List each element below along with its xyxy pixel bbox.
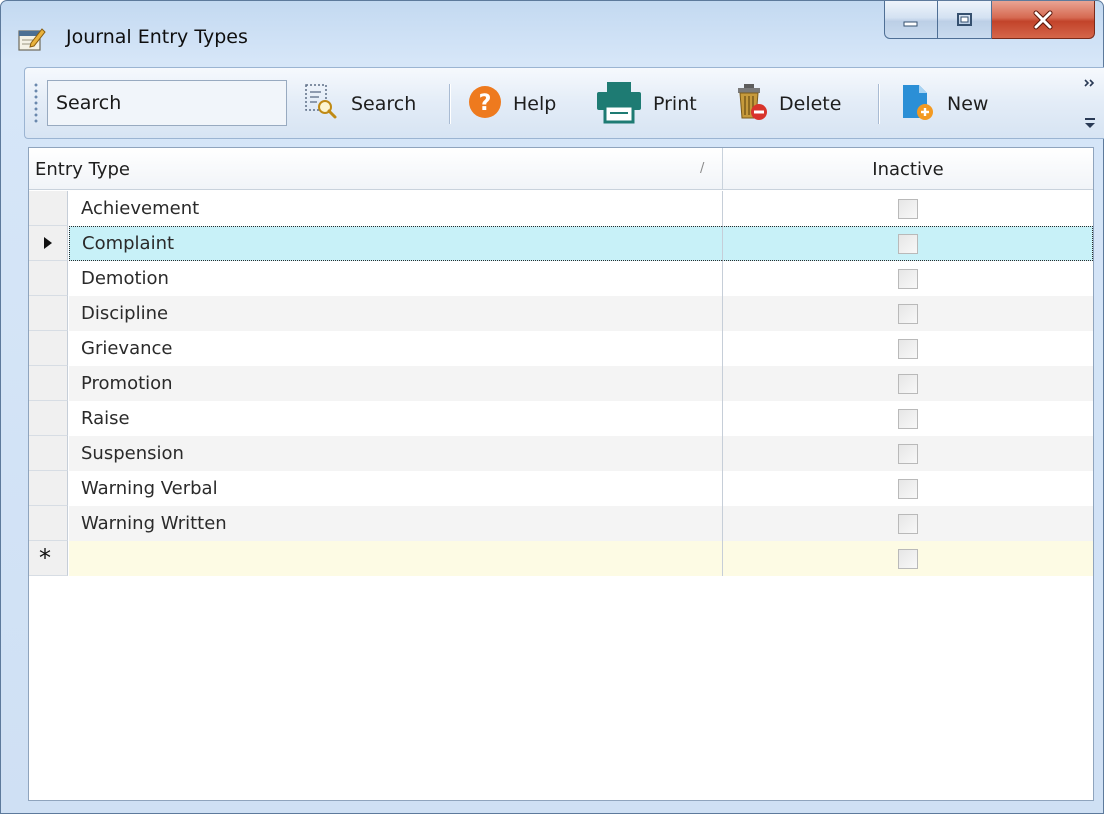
entry-type-cell[interactable]: Warning Written	[69, 506, 722, 541]
toolbar-separator	[878, 84, 879, 124]
svg-text:?: ?	[479, 91, 492, 116]
journal-entry-types-window: Journal Entry Types Search Search ? Help…	[0, 0, 1104, 814]
inactive-checkbox[interactable]	[898, 478, 918, 499]
entry-type-cell[interactable]: Demotion	[69, 261, 722, 296]
question-icon: ?	[467, 84, 503, 125]
title-bar[interactable]: Journal Entry Types	[1, 1, 1103, 63]
trash-can-icon	[733, 82, 769, 127]
inactive-cell	[722, 436, 1093, 471]
entry-type-cell[interactable]: Promotion	[69, 366, 722, 401]
inactive-checkbox[interactable]	[898, 338, 918, 359]
toolbar-grip[interactable]	[34, 82, 38, 124]
entry-type-cell[interactable]: Achievement	[69, 191, 722, 226]
delete-button[interactable]: Delete	[733, 82, 841, 126]
window-title: Journal Entry Types	[66, 26, 248, 48]
help-button[interactable]: ? Help	[467, 82, 556, 126]
inactive-cell	[722, 226, 1093, 261]
table-row[interactable]: Discipline	[29, 296, 1093, 331]
new-document-icon	[897, 82, 937, 127]
minimize-icon	[903, 21, 918, 26]
inactive-cell	[722, 506, 1093, 541]
overflow-chevron-icon	[1084, 79, 1095, 128]
inactive-checkbox[interactable]	[898, 198, 918, 219]
inactive-checkbox[interactable]	[898, 373, 918, 394]
row-indicator[interactable]: *	[29, 541, 68, 576]
inactive-cell	[722, 401, 1093, 436]
new-button-label: New	[947, 93, 989, 115]
printer-icon	[595, 80, 643, 129]
journal-edit-icon	[18, 26, 46, 52]
delete-button-label: Delete	[779, 93, 842, 115]
help-button-label: Help	[513, 93, 557, 115]
table-row[interactable]: Warning Verbal	[29, 471, 1093, 506]
column-header-inactive[interactable]: Inactive	[722, 148, 1093, 190]
print-button[interactable]: Print	[595, 80, 697, 129]
table-row[interactable]: Achievement	[29, 191, 1093, 226]
entry-type-cell[interactable]: Grievance	[69, 331, 722, 366]
row-indicator[interactable]	[29, 471, 68, 506]
row-indicator[interactable]	[29, 261, 68, 296]
maximize-icon	[956, 12, 972, 26]
entry-types-grid: Entry Type / Inactive Achievement Compla…	[28, 147, 1094, 801]
column-header-entry-type[interactable]: Entry Type	[35, 148, 715, 190]
table-row[interactable]: Promotion	[29, 366, 1093, 401]
inactive-cell	[722, 471, 1093, 506]
entry-type-cell[interactable]: Complaint	[69, 226, 722, 261]
toolbar-separator	[449, 84, 450, 124]
table-row[interactable]: Raise	[29, 401, 1093, 436]
magnifier-document-icon	[303, 82, 341, 127]
inactive-cell	[722, 331, 1093, 366]
table-row[interactable]: Demotion	[29, 261, 1093, 296]
inactive-checkbox[interactable]	[897, 233, 918, 254]
inactive-cell	[722, 261, 1093, 296]
search-input[interactable]	[47, 80, 287, 126]
new-row-icon: *	[39, 544, 51, 572]
row-indicator[interactable]	[29, 506, 68, 541]
row-indicator[interactable]	[29, 401, 68, 436]
row-indicator[interactable]	[29, 331, 68, 366]
inactive-checkbox[interactable]	[898, 548, 918, 569]
row-indicator[interactable]	[29, 366, 68, 401]
minimize-button[interactable]	[884, 1, 938, 39]
inactive-checkbox[interactable]	[898, 443, 918, 464]
row-pointer-icon	[44, 237, 52, 249]
row-indicator[interactable]	[29, 226, 68, 261]
table-row-selected[interactable]: Complaint	[29, 226, 1093, 261]
search-button[interactable]: Search	[303, 82, 416, 126]
entry-type-cell[interactable]: Discipline	[69, 296, 722, 331]
table-row[interactable]: Suspension	[29, 436, 1093, 471]
entry-type-cell[interactable]: Raise	[69, 401, 722, 436]
toolbar: Search ? Help Print	[24, 67, 1104, 139]
table-row[interactable]: Grievance	[29, 331, 1093, 366]
close-button[interactable]	[992, 1, 1095, 39]
entry-type-cell[interactable]: Suspension	[69, 436, 722, 471]
row-indicator[interactable]	[29, 296, 68, 331]
close-icon	[1033, 10, 1053, 29]
row-indicator[interactable]	[29, 191, 68, 226]
toolbar-overflow-button[interactable]	[1079, 72, 1101, 134]
entry-type-cell[interactable]: Warning Verbal	[69, 471, 722, 506]
new-row[interactable]: *	[29, 541, 1093, 576]
maximize-button[interactable]	[938, 1, 992, 39]
search-button-label: Search	[351, 93, 417, 115]
inactive-cell	[722, 366, 1093, 401]
inactive-checkbox[interactable]	[898, 303, 918, 324]
table-row[interactable]: Warning Written	[29, 506, 1093, 541]
entry-type-cell-new[interactable]	[69, 541, 722, 576]
caption-buttons	[884, 1, 1095, 41]
row-indicator[interactable]	[29, 436, 68, 471]
inactive-checkbox[interactable]	[898, 408, 918, 429]
grid-header: Entry Type / Inactive	[29, 148, 1093, 190]
grid-rows: Achievement Complaint Demotion Disciplin…	[29, 191, 1093, 576]
inactive-cell	[722, 541, 1093, 576]
inactive-cell	[722, 191, 1093, 226]
print-button-label: Print	[653, 93, 697, 115]
sort-indicator-icon: /	[700, 161, 705, 176]
inactive-cell	[722, 296, 1093, 331]
inactive-checkbox[interactable]	[898, 513, 918, 534]
new-button[interactable]: New	[897, 82, 988, 126]
inactive-checkbox[interactable]	[898, 268, 918, 289]
